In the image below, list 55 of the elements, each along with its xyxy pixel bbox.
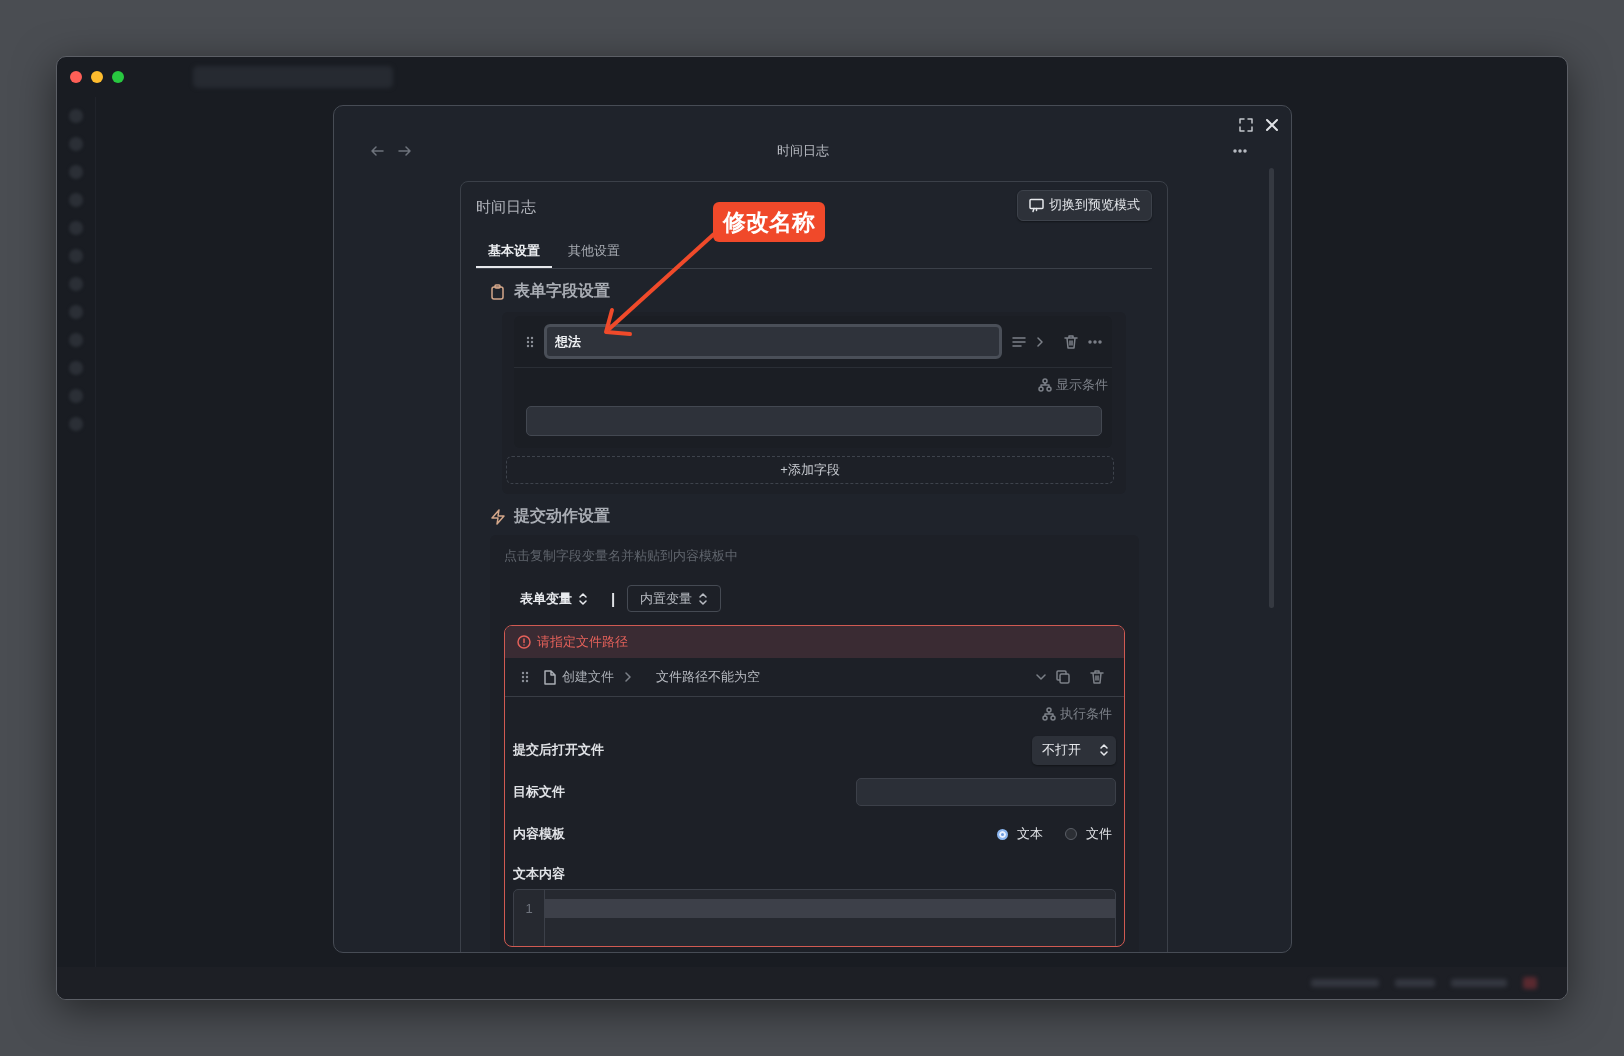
file-icon [543, 669, 557, 685]
section-title: 提交动作设置 [514, 506, 610, 526]
up-down-icon [698, 591, 709, 606]
action-summary: 文件路径不能为空 [656, 668, 760, 686]
clipboard-icon [490, 283, 506, 300]
radio-option[interactable]: 文件 [1065, 825, 1112, 843]
setting-label: 内容模板 [513, 825, 565, 843]
copy-icon[interactable] [1056, 670, 1070, 684]
drag-handle-icon[interactable] [521, 671, 529, 683]
open-file-select[interactable]: 不打开 [1032, 735, 1116, 765]
separator: | [611, 590, 616, 607]
tree-icon [1042, 707, 1056, 721]
delete-icon[interactable] [1090, 670, 1104, 684]
monitor-icon [1029, 197, 1044, 213]
display-condition-link[interactable]: 显示条件 [1038, 376, 1108, 394]
up-down-icon [578, 591, 588, 606]
tab[interactable]: 其他设置 [556, 238, 632, 268]
chevron-down-icon[interactable] [1036, 673, 1046, 681]
section-title: 表单字段设置 [514, 281, 610, 301]
field-type-icon[interactable] [1012, 334, 1026, 349]
line-number: 1 [524, 900, 534, 918]
chevron-right-icon [624, 672, 632, 682]
setting-label: 文本内容 [513, 865, 566, 883]
hint-text: 点击复制字段变量名并粘贴到内容模板中 [504, 547, 739, 565]
card-title: 时间日志 [476, 196, 536, 217]
back-arrow-icon[interactable] [370, 144, 384, 158]
execute-condition-link[interactable]: 执行条件 [1042, 705, 1112, 723]
drag-handle-icon[interactable] [526, 335, 534, 348]
lightning-icon [490, 508, 506, 525]
tab[interactable]: 基本设置 [476, 238, 552, 268]
minimize-window-icon[interactable] [91, 71, 103, 83]
variable-select[interactable]: 表单变量 [504, 585, 599, 612]
close-window-icon[interactable] [70, 71, 82, 83]
maximize-window-icon[interactable] [112, 71, 124, 83]
annotation-label: 修改名称 [713, 202, 825, 242]
up-down-icon [1099, 743, 1109, 757]
chevron-right-icon[interactable] [1036, 336, 1044, 347]
tree-icon [1038, 378, 1052, 392]
setting-label: 目标文件 [513, 783, 565, 801]
variable-select[interactable]: 内置变量 [627, 585, 722, 612]
radio-option[interactable]: 文本 [997, 825, 1043, 843]
delete-icon[interactable] [1064, 334, 1078, 349]
field-name-input[interactable]: 想法 [544, 324, 1002, 359]
close-icon[interactable] [1265, 118, 1279, 132]
more-options-icon[interactable] [1088, 339, 1102, 344]
more-options-icon[interactable] [1233, 149, 1247, 153]
action-type-link[interactable]: 创建文件 [543, 668, 614, 686]
error-message: 请指定文件路径 [537, 633, 628, 651]
alert-icon [517, 635, 531, 649]
preview-mode-button[interactable]: 切换到预览模式 [1017, 189, 1152, 221]
add-field-button[interactable]: +添加字段 [506, 456, 1114, 484]
expand-icon[interactable] [1239, 118, 1253, 132]
setting-label: 提交后打开文件 [513, 741, 604, 759]
modal-title: 时间日志 [775, 142, 830, 160]
forward-arrow-icon[interactable] [398, 144, 412, 158]
